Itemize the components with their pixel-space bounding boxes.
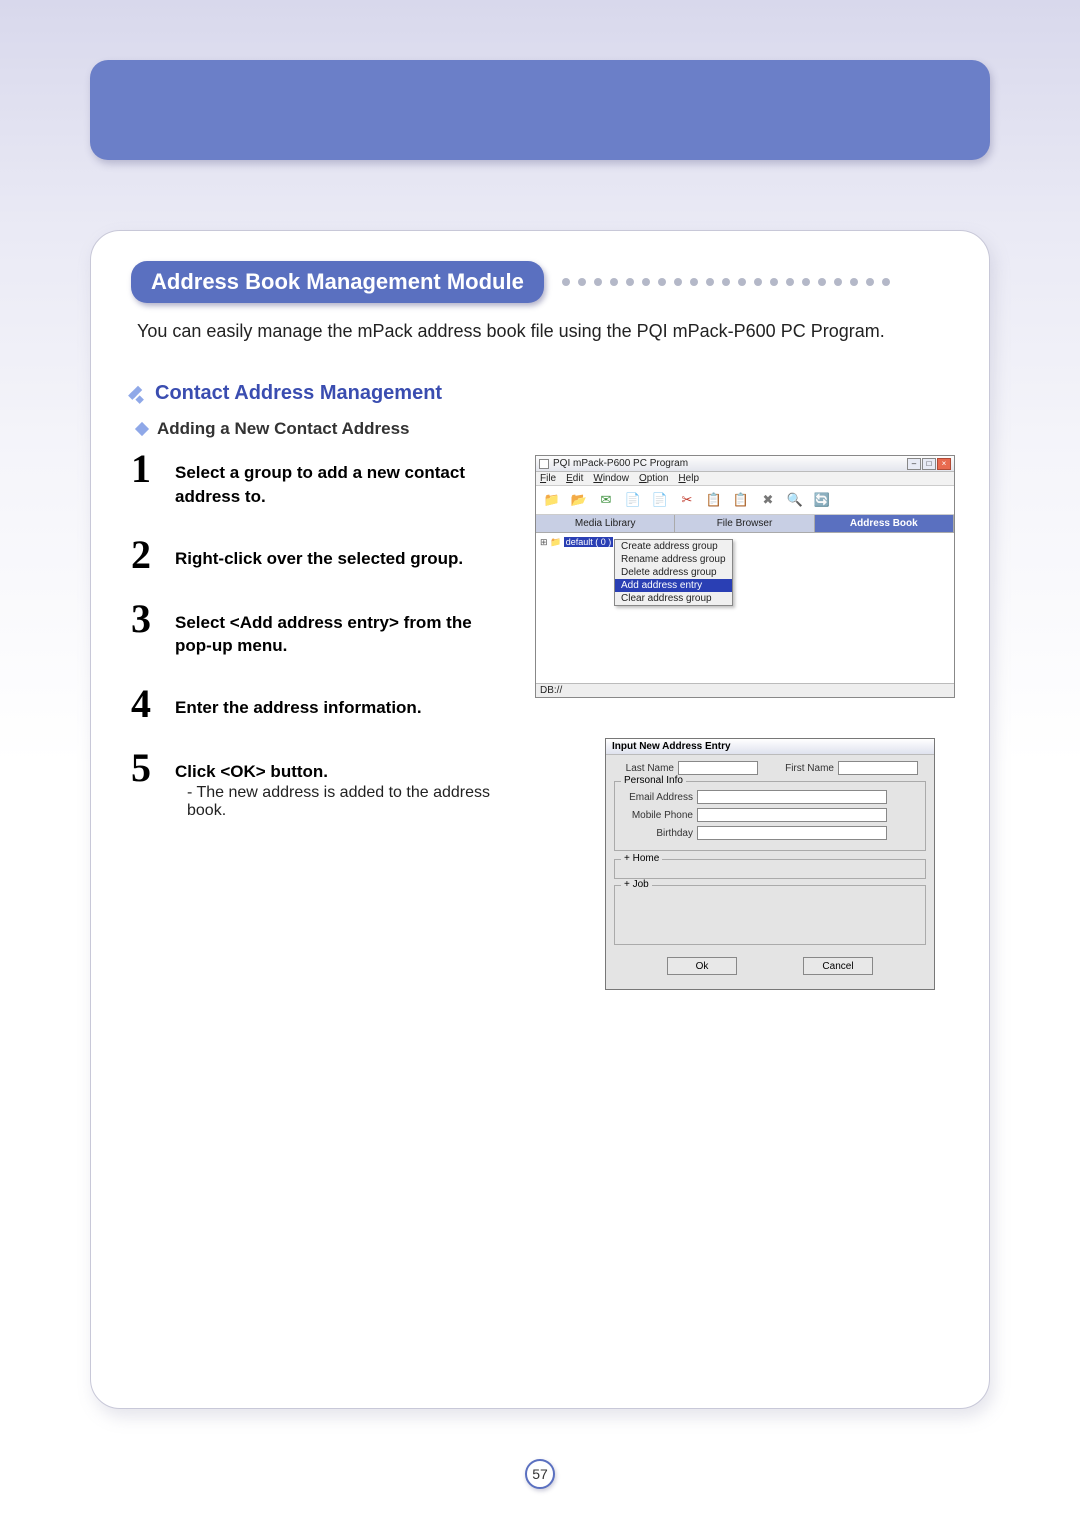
address-entry-dialog: Input New Address Entry Last Name First … [605, 738, 935, 990]
toolbar-icon[interactable]: ✂ [677, 490, 697, 510]
toolbar-icon[interactable]: 🔍 [785, 490, 805, 510]
tab-media-library[interactable]: Media Library [536, 515, 675, 532]
tree-item-default[interactable]: default ( 0 ) [564, 537, 614, 547]
home-expander[interactable]: + Home [614, 859, 926, 879]
tab-address-book[interactable]: Address Book [815, 515, 954, 532]
diamond-cluster-icon [131, 387, 145, 401]
personal-info-fieldset: Personal Info Email Address Mobile Phone… [614, 781, 926, 851]
minimize-button[interactable]: – [907, 458, 921, 470]
step-text: Select <Add address entry> from the pop-… [175, 601, 511, 659]
mobile-label: Mobile Phone [621, 810, 693, 821]
app-toolbar: 📁 📂 ✉ 📄 📄 ✂ 📋 📋 ✖ 🔍 🔄 [536, 486, 954, 515]
cancel-button[interactable]: Cancel [803, 957, 873, 975]
subheading: Contact Address Management [131, 382, 949, 405]
step-number: 4 [131, 686, 165, 722]
toolbar-icon[interactable]: 📂 [569, 490, 589, 510]
folder-icon: 📁 [550, 537, 561, 547]
toolbar-icon[interactable]: 📄 [650, 490, 670, 510]
step-number: 3 [131, 601, 165, 637]
job-legend: + Job [621, 879, 652, 890]
menu-help[interactable]: Help [678, 473, 699, 484]
close-button[interactable]: × [937, 458, 951, 470]
tree-view: ⊞ 📁 default ( 0 ) [540, 537, 613, 548]
app-icon [539, 459, 549, 469]
status-bar: DB:// [536, 683, 954, 697]
menu-option[interactable]: Option [639, 473, 668, 484]
ctx-clear-group[interactable]: Clear address group [615, 592, 732, 605]
page-number: 57 [525, 1459, 555, 1489]
email-input[interactable] [697, 790, 887, 804]
toolbar-icon[interactable]: 📄 [623, 490, 643, 510]
app-titlebar: PQI mPack-P600 PC Program – □ × [536, 456, 954, 472]
toolbar-icon[interactable]: ✉ [596, 490, 616, 510]
menu-edit[interactable]: Edit [566, 473, 583, 484]
content-box: Address Book Management Module You can e… [90, 230, 990, 1409]
section-title-pill: Address Book Management Module [131, 261, 544, 303]
step-text: Select a group to add a new contact addr… [175, 451, 511, 509]
toolbar-icon[interactable]: ✖ [758, 490, 778, 510]
app-menubar: File Edit Window Option Help [536, 472, 954, 486]
step-number: 1 [131, 451, 165, 487]
mobile-input[interactable] [697, 808, 887, 822]
job-expander[interactable]: + Job [614, 885, 926, 945]
context-menu: Create address group Rename address grou… [614, 539, 733, 606]
step-text: Right-click over the selected group. [175, 537, 463, 571]
figures-column: PQI mPack-P600 PC Program – □ × File Edi… [535, 451, 955, 990]
maximize-button[interactable]: □ [922, 458, 936, 470]
sub-subheading: Adding a New Contact Address [131, 419, 949, 439]
home-legend: + Home [621, 853, 662, 864]
intro-text: You can easily manage the mPack address … [131, 321, 949, 342]
birthday-input[interactable] [697, 826, 887, 840]
step-1: 1 Select a group to add a new contact ad… [131, 451, 511, 509]
step-text: Click <OK> button. [175, 750, 511, 784]
toolbar-icon[interactable]: 📋 [704, 490, 724, 510]
ctx-add-entry[interactable]: Add address entry [615, 579, 732, 592]
step-4: 4 Enter the address information. [131, 686, 511, 722]
birthday-label: Birthday [621, 828, 693, 839]
last-name-label: Last Name [614, 763, 674, 774]
step-number: 5 [131, 750, 165, 786]
toolbar-icon[interactable]: 📋 [731, 490, 751, 510]
ctx-create-group[interactable]: Create address group [615, 540, 732, 553]
last-name-input[interactable] [678, 761, 758, 775]
email-label: Email Address [621, 792, 693, 803]
subheading-text: Contact Address Management [155, 382, 442, 405]
tab-file-browser[interactable]: File Browser [675, 515, 814, 532]
first-name-label: First Name [774, 763, 834, 774]
sub-subheading-text: Adding a New Contact Address [157, 419, 410, 439]
step-3: 3 Select <Add address entry> from the po… [131, 601, 511, 659]
top-banner [90, 60, 990, 160]
diamond-icon [135, 422, 149, 436]
decorative-dots [556, 277, 949, 287]
step-number: 2 [131, 537, 165, 573]
menu-window[interactable]: Window [593, 473, 629, 484]
personal-info-legend: Personal Info [621, 775, 686, 786]
ctx-delete-group[interactable]: Delete address group [615, 566, 732, 579]
step-5: 5 Click <OK> button. - The new address i… [131, 750, 511, 820]
steps-column: 1 Select a group to add a new contact ad… [131, 451, 511, 990]
toolbar-icon[interactable]: 📁 [542, 490, 562, 510]
app-body: ⊞ 📁 default ( 0 ) Create address group R… [536, 533, 954, 683]
ctx-rename-group[interactable]: Rename address group [615, 553, 732, 566]
section-header: Address Book Management Module [131, 261, 949, 303]
menu-file[interactable]: File [540, 473, 556, 484]
app-window: PQI mPack-P600 PC Program – □ × File Edi… [535, 455, 955, 698]
first-name-input[interactable] [838, 761, 918, 775]
toolbar-icon[interactable]: 🔄 [812, 490, 832, 510]
app-title: PQI mPack-P600 PC Program [549, 458, 907, 469]
dialog-title: Input New Address Entry [606, 739, 934, 755]
app-tabs: Media Library File Browser Address Book [536, 515, 954, 533]
step-text: Enter the address information. [175, 686, 422, 720]
step-note: - The new address is added to the addres… [175, 784, 511, 820]
step-2: 2 Right-click over the selected group. [131, 537, 511, 573]
ok-button[interactable]: Ok [667, 957, 737, 975]
